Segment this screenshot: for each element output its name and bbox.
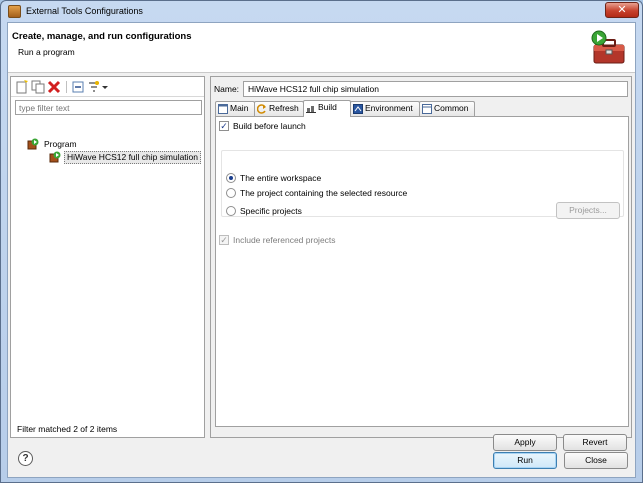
tab-main-label: Main [230,103,249,113]
build-before-launch-label: Build before launch [233,121,306,131]
projects-button[interactable]: Projects... [556,202,620,219]
configuration-run-icon [49,151,61,163]
revert-button[interactable]: Revert [563,434,627,451]
configuration-editor-panel: Name: Main Refresh Build Environment [210,76,632,451]
radio-entire-workspace-label: The entire workspace [240,173,322,183]
dialog-window: External Tools Configurations ✕ Create, … [0,0,643,483]
dialog-banner: Create, manage, and run configurations R… [8,23,635,73]
tab-refresh[interactable]: Refresh [254,101,304,116]
build-tab-content: ✓ Build before launch The entire workspa… [215,116,629,427]
window-close-button[interactable]: ✕ [605,2,639,18]
tab-build[interactable]: Build [303,100,351,117]
run-button[interactable]: Run [493,452,557,469]
toolbox-run-icon [591,30,625,64]
program-run-icon [27,138,39,150]
title-bar: External Tools Configurations ✕ [1,1,642,23]
build-icon [306,106,316,113]
tab-strip: Main Refresh Build Environment Common [215,100,630,117]
include-referenced-label: Include referenced projects [233,235,336,245]
refresh-icon [257,104,266,114]
include-referenced-checkbox[interactable]: ✓ [219,235,229,245]
duplicate-icon[interactable] [31,80,45,94]
tree-item-configuration[interactable]: HiWave HCS12 full chip simulation [49,151,204,164]
environment-icon [353,104,363,114]
filter-status-text: Filter matched 2 of 2 items [17,424,118,434]
filter-input[interactable] [15,100,202,115]
dropdown-arrow-icon[interactable] [101,80,109,94]
radio-entire-workspace[interactable] [226,173,236,183]
tree-label-configuration: HiWave HCS12 full chip simulation [64,151,202,164]
collapse-all-icon[interactable] [71,80,85,94]
radio-specific-projects-label: Specific projects [240,206,302,216]
banner-subtitle: Run a program [18,47,75,57]
dialog-client-area: Create, manage, and run configurations R… [7,22,636,478]
build-before-launch-checkbox[interactable]: ✓ [219,121,229,131]
toolbar-separator [66,81,67,93]
name-label: Name: [214,84,240,94]
tab-environment[interactable]: Environment [350,101,420,116]
tab-common[interactable]: Common [419,101,475,116]
common-icon [422,104,432,114]
delete-icon[interactable] [47,80,61,94]
main-tab-icon [218,104,228,114]
tab-refresh-label: Refresh [269,103,299,113]
tab-main[interactable]: Main [215,101,255,116]
new-config-icon[interactable] [15,80,29,94]
radio-specific-projects[interactable] [226,206,236,216]
toolbar-divider [11,96,204,97]
filter-icon[interactable] [87,80,101,94]
tree-label-program: Program [44,139,77,149]
tab-build-label: Build [318,102,337,112]
tab-environment-label: Environment [365,103,413,113]
radio-project-containing-resource-label: The project containing the selected reso… [240,188,408,198]
left-toolbar [15,80,135,96]
tree-item-program[interactable]: Program [27,138,147,151]
tab-common-label: Common [434,103,469,113]
radio-project-containing-resource[interactable] [226,188,236,198]
banner-title: Create, manage, and run configurations [12,31,192,42]
configuration-tree-panel: Program HiWave HCS12 full chip simulatio… [10,76,205,438]
window-title: External Tools Configurations [26,6,143,16]
apply-button[interactable]: Apply [493,434,557,451]
toolbox-app-icon [8,5,21,18]
help-icon[interactable]: ? [18,451,33,466]
close-button[interactable]: Close [564,452,628,469]
name-field[interactable] [243,81,628,97]
